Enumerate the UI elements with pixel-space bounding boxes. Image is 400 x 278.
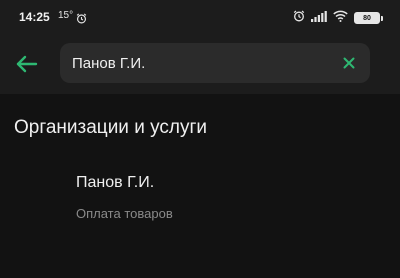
status-bar: 14:25 15° 80 [0, 0, 400, 34]
clear-search-button[interactable] [342, 56, 356, 70]
arrow-left-icon [16, 55, 38, 73]
section-title: Организации и услуги [14, 117, 208, 138]
search-field[interactable] [60, 43, 370, 83]
status-temperature: 15° [58, 10, 74, 21]
back-button[interactable] [14, 52, 40, 76]
search-result-item[interactable]: Панов Г.И. Оплата товаров [0, 160, 400, 236]
signal-icon [311, 9, 327, 27]
status-time: 14:25 [19, 10, 50, 24]
search-input[interactable] [72, 43, 322, 83]
result-subtitle: Оплата товаров [76, 206, 173, 221]
status-icons: 80 [293, 9, 383, 27]
alarm-icon [293, 9, 305, 27]
wifi-icon [333, 9, 348, 27]
battery-level: 80 [363, 14, 371, 22]
screen: 14:25 15° 80 Панов Г.И. Организации и ус… [0, 0, 400, 278]
result-name: Панов Г.И. [76, 174, 155, 191]
alarm-icon [76, 11, 87, 29]
close-icon [343, 57, 355, 69]
battery-icon: 80 [354, 12, 383, 24]
app-bar [0, 34, 400, 94]
